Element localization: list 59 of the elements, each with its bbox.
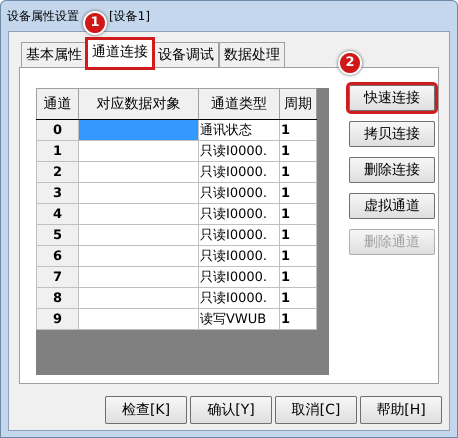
table-cell: 1: [280, 288, 316, 308]
row-header: 9: [36, 308, 78, 330]
table-cell[interactable]: [78, 120, 198, 140]
table-cell[interactable]: [78, 140, 198, 162]
row-header: 3: [36, 182, 78, 204]
table-cell: 1: [280, 266, 316, 288]
table-cell: 只读I0000.: [198, 140, 280, 162]
button[interactable]: 确认[Y]: [190, 396, 272, 424]
row-header: 2: [36, 162, 78, 182]
row-header: 8: [36, 288, 78, 308]
button[interactable]: 取消[C]: [275, 396, 357, 424]
tab[interactable]: 数据处理: [219, 42, 285, 67]
button[interactable]: 删除连接: [349, 157, 435, 183]
step-badge: 1: [83, 11, 107, 35]
table-cell: 只读I0000.: [198, 182, 280, 204]
table-cell[interactable]: [78, 308, 198, 330]
column-header: 通道类型: [198, 88, 280, 120]
row-header: 7: [36, 266, 78, 288]
button[interactable]: 帮助[H]: [360, 396, 442, 424]
row-header: 0: [36, 120, 78, 140]
row-header: 1: [36, 140, 78, 162]
table-cell: 1: [280, 204, 316, 224]
row-header: 5: [36, 224, 78, 246]
row-header: 4: [36, 204, 78, 224]
table-cell: 1: [280, 182, 316, 204]
table-cell: 只读I0000.: [198, 266, 280, 288]
table-cell[interactable]: [78, 246, 198, 266]
table-cell: 只读I0000.: [198, 162, 280, 182]
table-cell[interactable]: [78, 162, 198, 182]
button[interactable]: 检查[K]: [105, 396, 187, 424]
table-cell: 1: [280, 140, 316, 162]
table-cell: 1: [280, 308, 316, 330]
table-cell: 读写VWUB: [198, 308, 280, 330]
table-cell[interactable]: [78, 204, 198, 224]
table-cell: 1: [280, 120, 316, 140]
button[interactable]: 拷贝连接: [349, 121, 435, 147]
column-header: 周期: [280, 88, 316, 120]
tab[interactable]: 通道连接: [87, 39, 153, 68]
table-cell: 只读I0000.: [198, 224, 280, 246]
table-cell: 1: [280, 162, 316, 182]
window-title: 设备属性设置: [7, 8, 79, 24]
tab[interactable]: 设备调试: [153, 42, 219, 67]
column-header: 对应数据对象: [78, 88, 198, 120]
table-cell: 只读I0000.: [198, 204, 280, 224]
window-title-suffix: [设备1]: [109, 8, 150, 24]
table-cell: 1: [280, 224, 316, 246]
table-cell[interactable]: [78, 224, 198, 246]
button[interactable]: 虚拟通道: [349, 193, 435, 219]
row-header: 6: [36, 246, 78, 266]
column-header: 通道: [36, 88, 78, 120]
table-cell[interactable]: [78, 266, 198, 288]
tab[interactable]: 基本属性: [21, 42, 87, 67]
table-cell[interactable]: [78, 182, 198, 204]
button[interactable]: 快速连接: [349, 85, 435, 111]
table-cell: 只读I0000.: [198, 288, 280, 308]
table-cell: 只读I0000.: [198, 246, 280, 266]
table-cell: 1: [280, 246, 316, 266]
table-cell: 通讯状态: [198, 120, 280, 140]
table-cell[interactable]: [78, 288, 198, 308]
